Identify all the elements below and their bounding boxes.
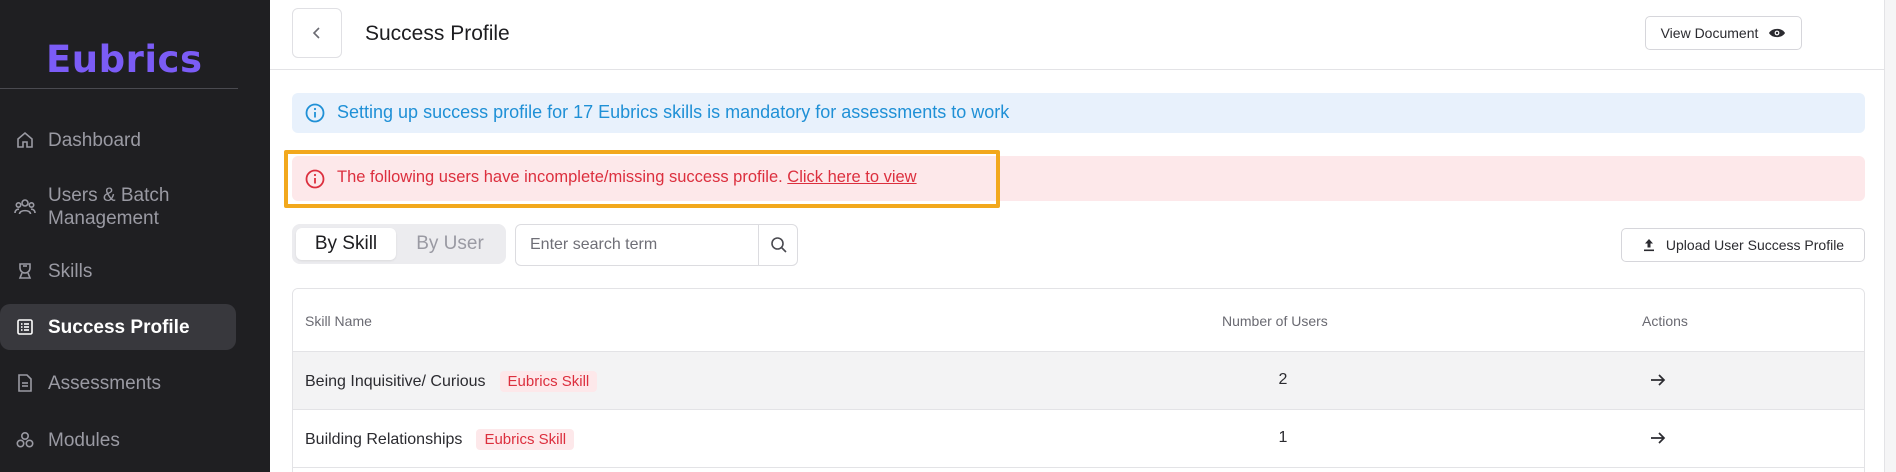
sidebar-item-label: Modules [48,429,120,451]
view-document-button[interactable]: View Document [1645,16,1802,50]
upload-icon [1643,239,1654,252]
skill-name-cell: Being Inquisitive/ Curious Eubrics Skill [305,371,598,392]
search-button[interactable] [759,225,798,265]
user-count: 1 [1278,429,1288,446]
info-banner: Setting up success profile for 17 Eubric… [292,93,1865,133]
search-box [515,224,798,266]
arrow-right-icon [1651,432,1666,444]
sidebar-item-skills[interactable]: Skills [0,259,236,283]
eubrics-skill-badge: Eubrics Skill [499,371,598,392]
scrollbar[interactable] [1884,0,1896,472]
tab-by-skill[interactable]: By Skill [296,228,396,260]
table-row[interactable]: Being Inquisitive/ Curious Eubrics Skill… [293,352,1864,410]
page-title: Success Profile [365,22,510,45]
modules-icon [14,429,36,451]
column-header-actions: Actions [1642,313,1688,329]
eye-icon [1769,28,1786,38]
search-icon [770,237,787,253]
table-header: Skill Name Number of Users Actions [293,289,1864,352]
sidebar-item-label: Users & Batch Management [48,185,170,229]
skills-table: Skill Name Number of Users Actions Being… [292,288,1865,472]
sidebar-item-users-batch[interactable]: Users & Batch Management [0,184,236,230]
app-window: Eubrics Dashboard Users & Batch Manageme… [0,0,1896,472]
view-toggle: By Skill By User [292,224,506,264]
sidebar-item-assessments[interactable]: Assessments [0,371,236,395]
chevron-left-icon [312,27,320,39]
tab-by-user[interactable]: By User [398,228,502,260]
error-banner: The following users have incomplete/miss… [292,156,1865,201]
users-icon [14,196,36,218]
sidebar-item-label: Skills [48,260,93,282]
logo: Eubrics [46,38,203,81]
sidebar-item-modules[interactable]: Modules [0,428,236,452]
column-header-number-of-users: Number of Users [1222,313,1328,329]
sidebar-item-label: Assessments [48,372,161,394]
open-row-button[interactable] [1647,369,1669,391]
list-icon [14,316,36,338]
sidebar-item-dashboard[interactable]: Dashboard [0,128,236,152]
skill-name-cell: Building Relationships Eubrics Skill [305,429,575,450]
view-document-label: View Document [1660,25,1759,41]
alert-icon [305,169,325,189]
info-banner-text: Setting up success profile for 17 Eubric… [337,102,1010,122]
click-here-link[interactable]: Click here to view [787,168,916,186]
column-header-skill-name: Skill Name [305,313,372,329]
sidebar-item-success-profile[interactable]: Success Profile [0,304,236,350]
skills-icon [14,260,36,282]
sidebar: Eubrics Dashboard Users & Batch Manageme… [0,0,270,472]
user-count: 2 [1278,371,1288,388]
logo-divider [0,88,238,89]
table-row[interactable]: Building Relationships Eubrics Skill 1 [293,410,1864,468]
eubrics-skill-badge: Eubrics Skill [476,429,575,450]
upload-label: Upload User Success Profile [1665,237,1845,253]
info-icon [305,103,325,123]
search-input[interactable] [516,225,758,265]
error-banner-message: The following users have incomplete/miss… [337,168,917,187]
arrow-right-icon [1651,374,1666,386]
skill-name: Being Inquisitive/ Curious [305,372,486,390]
home-icon [14,129,36,151]
error-banner-text: The following users have incomplete/miss… [337,168,783,186]
upload-success-profile-button[interactable]: Upload User Success Profile [1621,228,1865,262]
back-button[interactable] [292,8,342,58]
open-row-button[interactable] [1647,427,1669,449]
sidebar-item-label: Dashboard [48,129,141,151]
sidebar-item-label: Success Profile [48,316,190,338]
page-header: Success Profile View Document [270,0,1884,70]
skill-name: Building Relationships [305,430,463,448]
document-icon [14,372,36,394]
